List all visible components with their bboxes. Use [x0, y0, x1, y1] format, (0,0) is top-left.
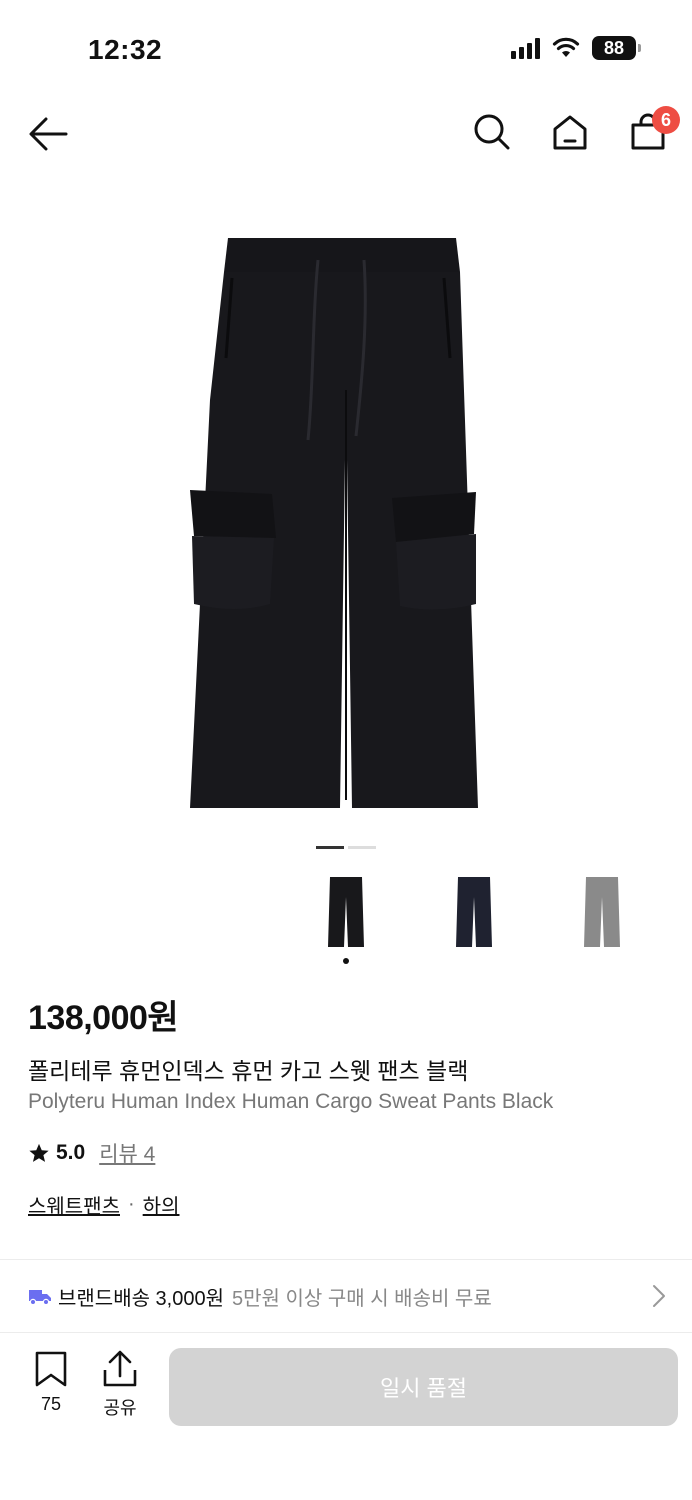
status-indicators: 88 [511, 36, 641, 60]
swatch-gray[interactable] [560, 870, 644, 954]
share-button[interactable]: 공유 [102, 1350, 138, 1420]
black-pants-thumbnail [328, 877, 364, 947]
divider [0, 1332, 692, 1333]
rating-row: 5.0 리뷰 4 [28, 1138, 155, 1168]
top-navigation: 6 [0, 100, 692, 170]
navy-pants-thumbnail [456, 877, 492, 947]
shipping-info-row[interactable]: 브랜드배송 3,000원 5만원 이상 구매 시 배송비 무료 [0, 1262, 692, 1330]
status-time: 12:32 [88, 34, 163, 65]
category-link-bottoms[interactable]: 하의 [143, 1190, 180, 1219]
gray-pants-thumbnail [584, 877, 620, 947]
shipping-fee: 브랜드배송 3,000원 [58, 1287, 225, 1310]
product-price: 138,000원 [28, 999, 179, 1037]
swatch-black[interactable] [304, 870, 388, 964]
cart-button[interactable]: 6 [626, 106, 680, 154]
battery-indicator: 88 [592, 36, 641, 60]
product-name-korean: 폴리테루 휴먼인덱스 휴먼 카고 스웻 팬츠 블랙 [28, 1058, 469, 1084]
cellular-signal-icon [511, 37, 540, 59]
color-swatches [304, 870, 644, 964]
swatch-navy[interactable] [432, 870, 516, 954]
rating-score: 5.0 [56, 1141, 86, 1164]
pager-indicator-active [316, 846, 344, 849]
bookmark-button[interactable]: 75 [34, 1350, 68, 1415]
image-pager [316, 846, 376, 849]
bottom-action-bar: 75 공유 일시 품절 [0, 1340, 692, 1440]
cargo-pants-image [190, 238, 478, 808]
truck-icon [29, 1290, 51, 1306]
arrow-left-icon [29, 117, 68, 151]
status-bar: 12:32 88 [0, 0, 692, 100]
back-button[interactable] [26, 114, 70, 154]
share-label: 공유 [103, 1398, 137, 1418]
home-button[interactable] [548, 110, 592, 154]
star-icon [29, 1143, 49, 1162]
wifi-icon [552, 37, 580, 57]
cart-count-badge: 6 [652, 106, 680, 134]
home-icon [553, 115, 587, 150]
chevron-right-icon [653, 1285, 665, 1307]
search-icon [474, 114, 510, 150]
free-shipping-note: 5만원 이상 구매 시 배송비 무료 [232, 1287, 492, 1310]
product-name-english: Polyteru Human Index Human Cargo Sweat P… [28, 1090, 554, 1113]
search-button[interactable] [470, 110, 514, 154]
category-separator: · [128, 1193, 135, 1215]
divider [0, 1259, 692, 1260]
bookmark-count: 75 [40, 1394, 62, 1414]
category-breadcrumb: 스웨트팬츠 · 하의 [28, 1190, 179, 1219]
category-link-sweatpants[interactable]: 스웨트팬츠 [28, 1190, 120, 1219]
pager-indicator [348, 846, 376, 849]
soldout-button[interactable]: 일시 품절 [169, 1348, 678, 1426]
product-image[interactable] [0, 200, 692, 830]
bookmark-icon [35, 1351, 67, 1387]
review-link[interactable]: 리뷰 4 [99, 1138, 155, 1168]
selected-swatch-indicator [343, 958, 349, 964]
share-icon [103, 1350, 137, 1387]
